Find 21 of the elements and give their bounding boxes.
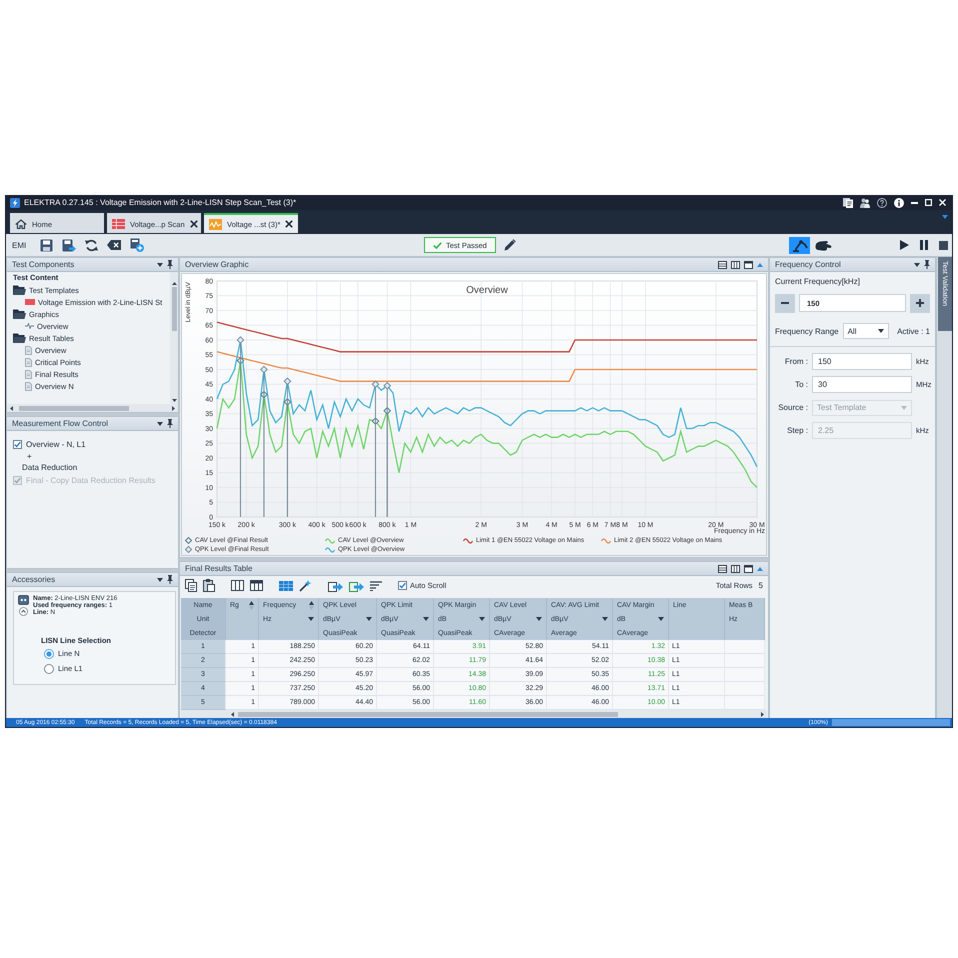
chart-title: Overview <box>466 285 508 296</box>
field-label: Frequency Range <box>775 326 839 336</box>
flow-step-label: Overview - N, L1 <box>26 440 86 449</box>
window-title: ELEKTRA 0.27.145 : Voltage Emission with 2-Line-LISN Step Scan_Test (3)* <box>24 198 296 207</box>
panel-title: Measurement Flow Control <box>12 419 110 428</box>
panel-title: Frequency Control <box>775 260 842 269</box>
panel-title: Final Results Table <box>185 564 254 573</box>
field-label: Source : <box>777 403 808 412</box>
active-count: Active : 1 <box>897 326 930 336</box>
flow-operator: + <box>26 451 33 462</box>
field-label: From : <box>784 357 808 366</box>
toolbar-label: EMI <box>12 240 26 250</box>
field-label: Step : <box>786 426 808 435</box>
field-label: To : <box>794 380 808 389</box>
total-rows-value: 5 <box>758 581 763 590</box>
panel-title: Overview Graphic <box>185 260 250 269</box>
field-label: Current Frequency[kHz] <box>775 276 861 288</box>
flow-step-label: Data Reduction <box>21 462 78 474</box>
panel-title: Accessories <box>12 575 56 584</box>
panel-title: Test Components <box>12 260 76 269</box>
flow-step-label: Final - Copy Data Reduction Results <box>26 476 156 485</box>
